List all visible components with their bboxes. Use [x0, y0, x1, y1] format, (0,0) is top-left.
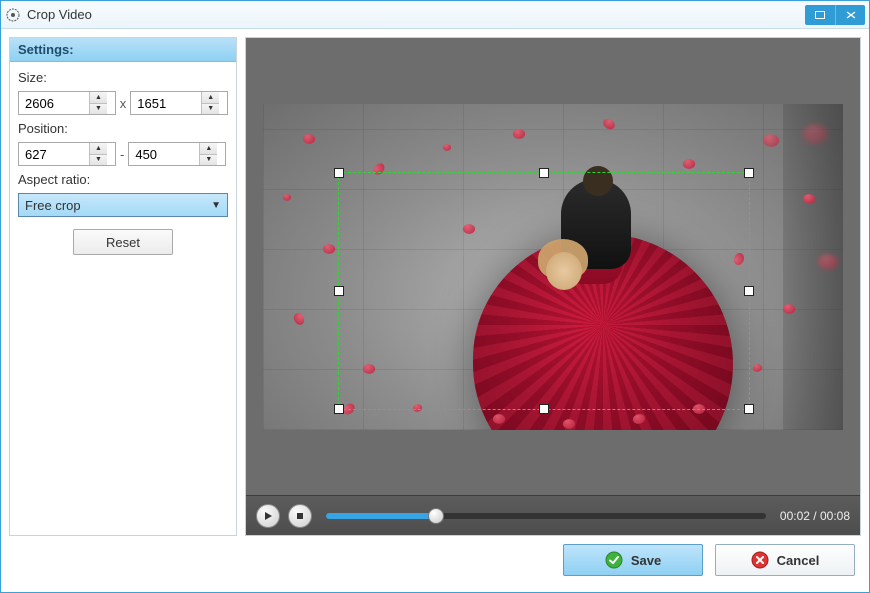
- dialog-button-row: Save Cancel: [9, 544, 861, 584]
- window-controls: [805, 5, 865, 25]
- size-row: ▲ ▼ x ▲ ▼: [18, 91, 228, 115]
- crop-handle-e[interactable]: [744, 286, 754, 296]
- titlebar[interactable]: Crop Video: [1, 1, 869, 29]
- position-x-down[interactable]: ▼: [90, 155, 107, 166]
- time-separator: /: [810, 509, 820, 523]
- time-display: 00:02 / 00:08: [780, 509, 850, 523]
- crop-handle-nw[interactable]: [334, 168, 344, 178]
- size-width-spinner[interactable]: ▲ ▼: [18, 91, 116, 115]
- position-y-up[interactable]: ▲: [200, 143, 217, 155]
- stop-button[interactable]: [288, 504, 312, 528]
- save-button[interactable]: Save: [563, 544, 703, 576]
- size-height-spinner[interactable]: ▲ ▼: [130, 91, 228, 115]
- seek-handle[interactable]: [428, 508, 444, 524]
- player-bar: 00:02 / 00:08: [246, 495, 860, 535]
- crop-rectangle[interactable]: [338, 172, 750, 410]
- maximize-button[interactable]: [805, 5, 835, 25]
- time-total: 00:08: [820, 509, 850, 523]
- video-area[interactable]: [246, 38, 860, 495]
- crop-handle-sw[interactable]: [334, 404, 344, 414]
- reset-label: Reset: [106, 235, 140, 250]
- position-label: Position:: [18, 121, 228, 136]
- cancel-button[interactable]: Cancel: [715, 544, 855, 576]
- crop-handle-n[interactable]: [539, 168, 549, 178]
- settings-header: Settings:: [10, 38, 236, 62]
- position-separator: -: [120, 147, 124, 162]
- position-y-down[interactable]: ▼: [200, 155, 217, 166]
- seek-fill: [326, 513, 436, 519]
- crop-handle-s[interactable]: [539, 404, 549, 414]
- position-row: ▲ ▼ - ▲ ▼: [18, 142, 228, 166]
- settings-body: Size: ▲ ▼ x ▲: [10, 62, 236, 263]
- size-height-input[interactable]: [131, 92, 201, 114]
- aspect-label: Aspect ratio:: [18, 172, 228, 187]
- crop-handle-se[interactable]: [744, 404, 754, 414]
- size-width-input[interactable]: [19, 92, 89, 114]
- size-width-down[interactable]: ▼: [90, 104, 107, 115]
- aspect-selected-value: Free crop: [25, 198, 81, 213]
- size-separator: x: [120, 96, 127, 111]
- play-button[interactable]: [256, 504, 280, 528]
- position-x-up[interactable]: ▲: [90, 143, 107, 155]
- check-icon: [605, 551, 623, 569]
- settings-panel: Settings: Size: ▲ ▼ x: [9, 37, 237, 536]
- preview-panel: 00:02 / 00:08: [245, 37, 861, 536]
- aspect-ratio-dropdown[interactable]: Free crop ▼: [18, 193, 228, 217]
- size-height-down[interactable]: ▼: [202, 104, 219, 115]
- cancel-label: Cancel: [777, 553, 820, 568]
- crop-video-window: Crop Video Settings: Size:: [0, 0, 870, 593]
- position-y-spinner[interactable]: ▲ ▼: [128, 142, 226, 166]
- position-x-spinner[interactable]: ▲ ▼: [18, 142, 116, 166]
- cancel-icon: [751, 551, 769, 569]
- save-label: Save: [631, 553, 661, 568]
- crop-handle-w[interactable]: [334, 286, 344, 296]
- position-y-input[interactable]: [129, 143, 199, 165]
- size-height-up[interactable]: ▲: [202, 92, 219, 104]
- app-icon: [5, 7, 21, 23]
- crop-handle-ne[interactable]: [744, 168, 754, 178]
- main-row: Settings: Size: ▲ ▼ x: [9, 37, 861, 536]
- seek-bar[interactable]: [326, 513, 766, 519]
- time-current: 00:02: [780, 509, 810, 523]
- reset-button[interactable]: Reset: [73, 229, 173, 255]
- window-title: Crop Video: [27, 7, 92, 22]
- video-frame[interactable]: [263, 104, 843, 430]
- size-label: Size:: [18, 70, 228, 85]
- client-area: Settings: Size: ▲ ▼ x: [1, 29, 869, 592]
- position-x-input[interactable]: [19, 143, 89, 165]
- size-width-up[interactable]: ▲: [90, 92, 107, 104]
- chevron-down-icon: ▼: [211, 200, 221, 211]
- close-button[interactable]: [835, 5, 865, 25]
